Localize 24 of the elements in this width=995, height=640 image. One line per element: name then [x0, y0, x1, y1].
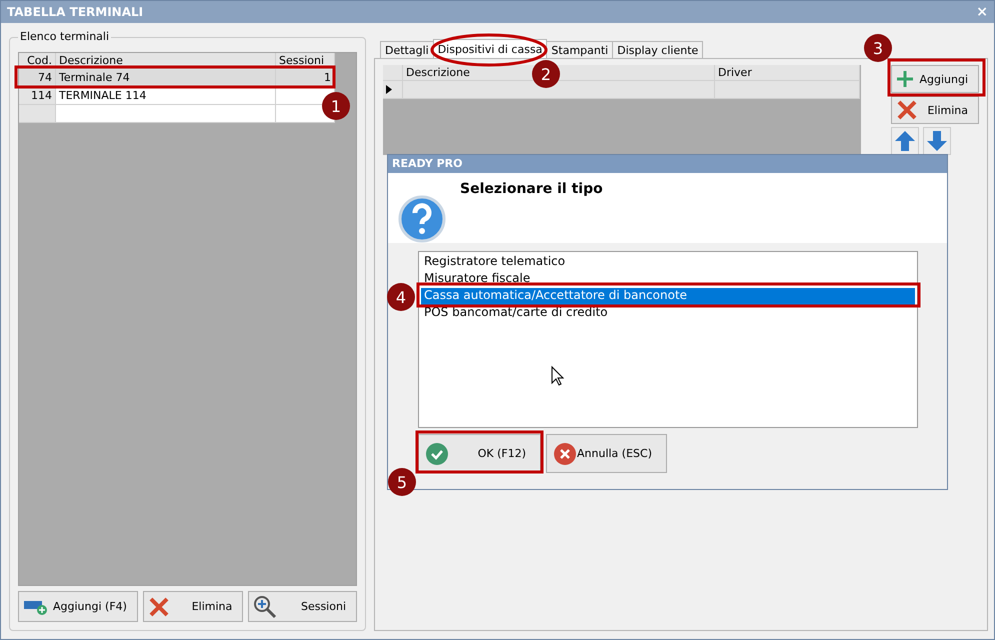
side-button[interactable]: Elimina	[891, 96, 979, 124]
list-item[interactable]: Registratore telematico	[421, 254, 915, 271]
tab[interactable]: Stampanti	[546, 41, 614, 58]
dialog-title: READY PRO	[388, 155, 947, 173]
action-button[interactable]: Elimina	[142, 591, 244, 622]
table-cell: 74	[19, 69, 56, 87]
tab[interactable]: Dispositivi di cassa	[432, 39, 548, 58]
list-item[interactable]: Misuratore fiscale	[421, 271, 915, 288]
tab[interactable]: Display cliente	[612, 41, 704, 58]
side-button[interactable]: Aggiungi	[891, 65, 979, 93]
action-button[interactable]: Sessioni	[248, 591, 357, 622]
table-cell: 1	[276, 69, 335, 87]
window-title: TABELLA TERMINALI	[7, 5, 144, 19]
table-cell: Terminale 74	[56, 69, 276, 87]
dialog-heading: Selezionare il tipo	[460, 181, 603, 199]
column-header[interactable]: Driver	[715, 65, 860, 81]
dialog-button[interactable]: Annulla (ESC)	[546, 434, 667, 473]
list-item[interactable]: POS bancomat/carte di credito	[421, 305, 915, 322]
tab[interactable]: Dettagli	[380, 41, 434, 58]
dialog-button[interactable]: OK (F12)	[418, 434, 541, 473]
action-button[interactable]: Aggiungi (F4)	[18, 591, 138, 622]
list-item[interactable]: Cassa automatica/Accettatore di banconote	[421, 288, 915, 305]
group-label: Elenco terminali	[18, 30, 112, 43]
step-number: 3	[864, 34, 892, 62]
